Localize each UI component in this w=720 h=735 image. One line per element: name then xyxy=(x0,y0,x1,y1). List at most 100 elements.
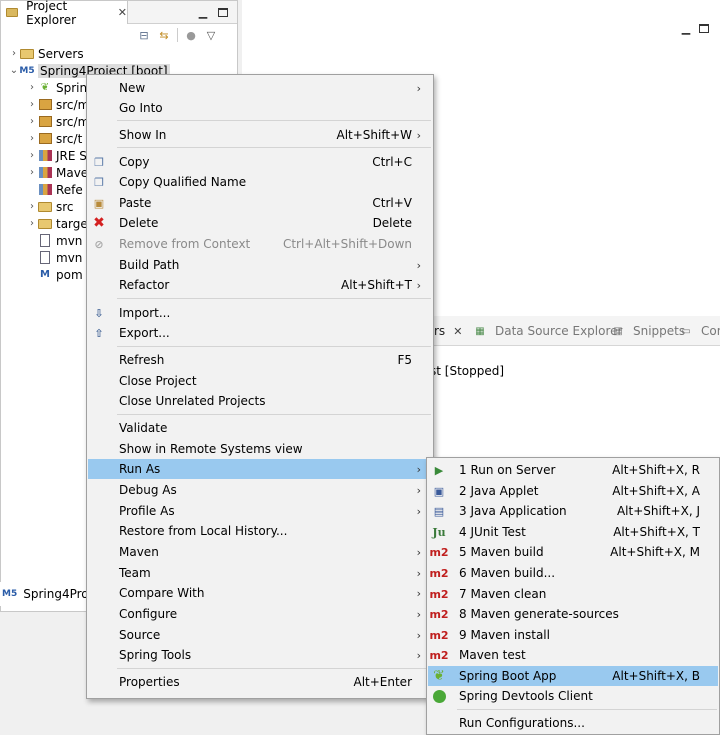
console-icon: ▭ xyxy=(681,325,691,337)
tree-label: mvn xyxy=(56,250,83,265)
menu-separator xyxy=(457,709,717,710)
chevron-right-icon[interactable]: › xyxy=(27,150,37,161)
menu-label: 6 Maven build... xyxy=(459,566,556,580)
tree-item[interactable]: › src/t xyxy=(27,130,82,147)
menu-shortcut: Alt+Shift+T xyxy=(341,278,412,292)
library-icon xyxy=(37,166,53,180)
submenu-item-spring-devtools-client[interactable]: Spring Devtools Client xyxy=(428,686,718,706)
menu-item-debug-as[interactable]: Debug As › xyxy=(88,480,432,500)
submenu-item-maven-generate-sources[interactable]: m2 8 Maven generate-sources xyxy=(428,604,718,624)
tab-servers[interactable]: rs ✕ xyxy=(434,316,462,346)
close-icon[interactable]: ✕ xyxy=(118,6,127,19)
menu-label: Close Project xyxy=(119,374,197,388)
menu-item-show-in-remote-systems[interactable]: Show in Remote Systems view xyxy=(88,439,432,459)
tree-item[interactable]: M pom xyxy=(27,266,83,283)
submenu-item-maven-build-dialog[interactable]: m2 6 Maven build... xyxy=(428,563,718,583)
submenu-item-run-on-server[interactable]: ▶ 1 Run on Server Alt+Shift+X, R xyxy=(428,460,718,480)
menu-item-run-as[interactable]: Run As › xyxy=(88,459,432,479)
tree-item[interactable]: mvn xyxy=(27,249,82,266)
chevron-right-icon[interactable]: › xyxy=(27,201,37,212)
menu-item-new[interactable]: New › xyxy=(88,78,432,98)
maximize-icon[interactable] xyxy=(698,22,710,34)
submenu-item-spring-boot-app[interactable]: ❦ Spring Boot App Alt+Shift+X, B xyxy=(428,666,718,686)
submenu-item-maven-clean[interactable]: m2 7 Maven clean xyxy=(428,584,718,604)
submenu-item-maven-build[interactable]: m2 5 Maven build Alt+Shift+X, M xyxy=(428,542,718,562)
menu-label: Properties xyxy=(119,675,180,689)
minimize-icon[interactable]: ▁ xyxy=(680,22,692,35)
tree-item[interactable]: › JRE S xyxy=(27,147,87,164)
submenu-item-maven-test[interactable]: m2 Maven test xyxy=(428,645,718,665)
filter-icon[interactable]: ● xyxy=(184,28,198,42)
tree-item[interactable]: mvn xyxy=(27,232,82,249)
menu-item-validate[interactable]: Validate xyxy=(88,418,432,438)
menu-label: Copy xyxy=(119,155,150,169)
menu-item-source[interactable]: Source › xyxy=(88,625,432,645)
chevron-right-icon[interactable]: › xyxy=(27,116,37,127)
submenu-item-java-application[interactable]: ▤ 3 Java Application Alt+Shift+X, J xyxy=(428,501,718,521)
maven-m2-icon: m2 xyxy=(429,587,449,601)
tab-data-source-explorer[interactable]: ▦ Data Source Explorer xyxy=(472,316,622,346)
menu-separator xyxy=(117,147,431,148)
tab-console[interactable]: ▭ Cons xyxy=(678,316,720,346)
servers-view: st [Stopped] xyxy=(430,346,720,466)
menu-item-spring-tools[interactable]: Spring Tools › xyxy=(88,645,432,665)
menu-item-properties[interactable]: Properties Alt+Enter xyxy=(88,672,432,692)
menu-item-configure[interactable]: Configure › xyxy=(88,604,432,624)
menu-item-refactor[interactable]: Refactor Alt+Shift+T › xyxy=(88,275,432,295)
tree-item-servers[interactable]: › Servers xyxy=(9,45,84,62)
menu-item-compare-with[interactable]: Compare With › xyxy=(88,583,432,603)
minimize-icon[interactable]: ▁ xyxy=(197,6,209,19)
source-folder-icon xyxy=(37,115,53,129)
maven-m2-icon: m2 xyxy=(429,628,449,642)
link-with-editor-icon[interactable]: ⇆ xyxy=(157,28,171,42)
menu-item-refresh[interactable]: Refresh F5 xyxy=(88,350,432,370)
menu-item-restore-local-history[interactable]: Restore from Local History... xyxy=(88,521,432,541)
tree-item[interactable]: › ❦ Sprin xyxy=(27,79,87,96)
submenu-item-maven-install[interactable]: m2 9 Maven install xyxy=(428,625,718,645)
menu-item-import[interactable]: ⇩ Import... xyxy=(88,303,432,323)
tab-spring4project[interactable]: M5 Spring4Projec xyxy=(0,582,106,606)
tab-project-explorer[interactable]: Project Explorer ✕ xyxy=(1,0,128,27)
chevron-down-icon[interactable]: ⌄ xyxy=(9,65,19,76)
menu-item-maven[interactable]: Maven › xyxy=(88,542,432,562)
tree-item[interactable]: › src/m xyxy=(27,113,89,130)
submenu-item-run-configurations[interactable]: Run Configurations... xyxy=(428,713,718,733)
submenu-item-java-applet[interactable]: ▣ 2 Java Applet Alt+Shift+X, A xyxy=(428,481,718,501)
view-menu-icon[interactable]: ▽ xyxy=(204,28,218,42)
chevron-right-icon[interactable]: › xyxy=(27,82,37,93)
tree-item[interactable]: › src xyxy=(27,198,74,215)
menu-shortcut: Alt+Shift+X, R xyxy=(612,463,700,477)
menu-item-close-unrelated-projects[interactable]: Close Unrelated Projects xyxy=(88,391,432,411)
close-icon[interactable]: ✕ xyxy=(453,325,462,338)
collapse-all-icon[interactable]: ⊟ xyxy=(137,28,151,42)
tree-item[interactable]: Refe xyxy=(27,181,83,198)
chevron-right-icon[interactable]: › xyxy=(27,218,37,229)
menu-item-copy-qualified-name[interactable]: ❐ Copy Qualified Name xyxy=(88,172,432,192)
menu-label: 1 Run on Server xyxy=(459,463,556,477)
menu-item-team[interactable]: Team › xyxy=(88,563,432,583)
chevron-right-icon[interactable]: › xyxy=(27,167,37,178)
tree-item[interactable]: › Mave xyxy=(27,164,88,181)
menu-item-profile-as[interactable]: Profile As › xyxy=(88,501,432,521)
chevron-right-icon[interactable]: › xyxy=(27,133,37,144)
tree-item[interactable]: › src/m xyxy=(27,96,89,113)
menu-item-paste[interactable]: ▣ Paste Ctrl+V xyxy=(88,193,432,213)
chevron-right-icon[interactable]: › xyxy=(27,99,37,110)
menu-item-close-project[interactable]: Close Project xyxy=(88,371,432,391)
menu-item-show-in[interactable]: Show In Alt+Shift+W › xyxy=(88,125,432,145)
menu-item-export[interactable]: ⇧ Export... xyxy=(88,323,432,343)
menu-shortcut: Ctrl+Alt+Shift+Down xyxy=(282,237,412,251)
maximize-icon[interactable] xyxy=(217,6,229,18)
menu-item-build-path[interactable]: Build Path › xyxy=(88,255,432,275)
spring-leaf-icon: ❦ xyxy=(40,82,50,93)
menu-separator xyxy=(117,668,431,669)
tree-item[interactable]: › targe xyxy=(27,215,88,232)
submenu-item-junit-test[interactable]: Ju 4 JUnit Test Alt+Shift+X, T xyxy=(428,522,718,542)
menu-label: Import... xyxy=(119,306,171,320)
menu-item-go-into[interactable]: Go Into xyxy=(88,98,432,118)
menu-item-copy[interactable]: ❐ Copy Ctrl+C xyxy=(88,152,432,172)
menu-item-delete[interactable]: ✖ Delete Delete xyxy=(88,213,432,233)
chevron-right-icon[interactable]: › xyxy=(9,48,19,59)
tab-snippets[interactable]: ▤ Snippets xyxy=(610,316,685,346)
server-status[interactable]: st [Stopped] xyxy=(430,364,504,378)
